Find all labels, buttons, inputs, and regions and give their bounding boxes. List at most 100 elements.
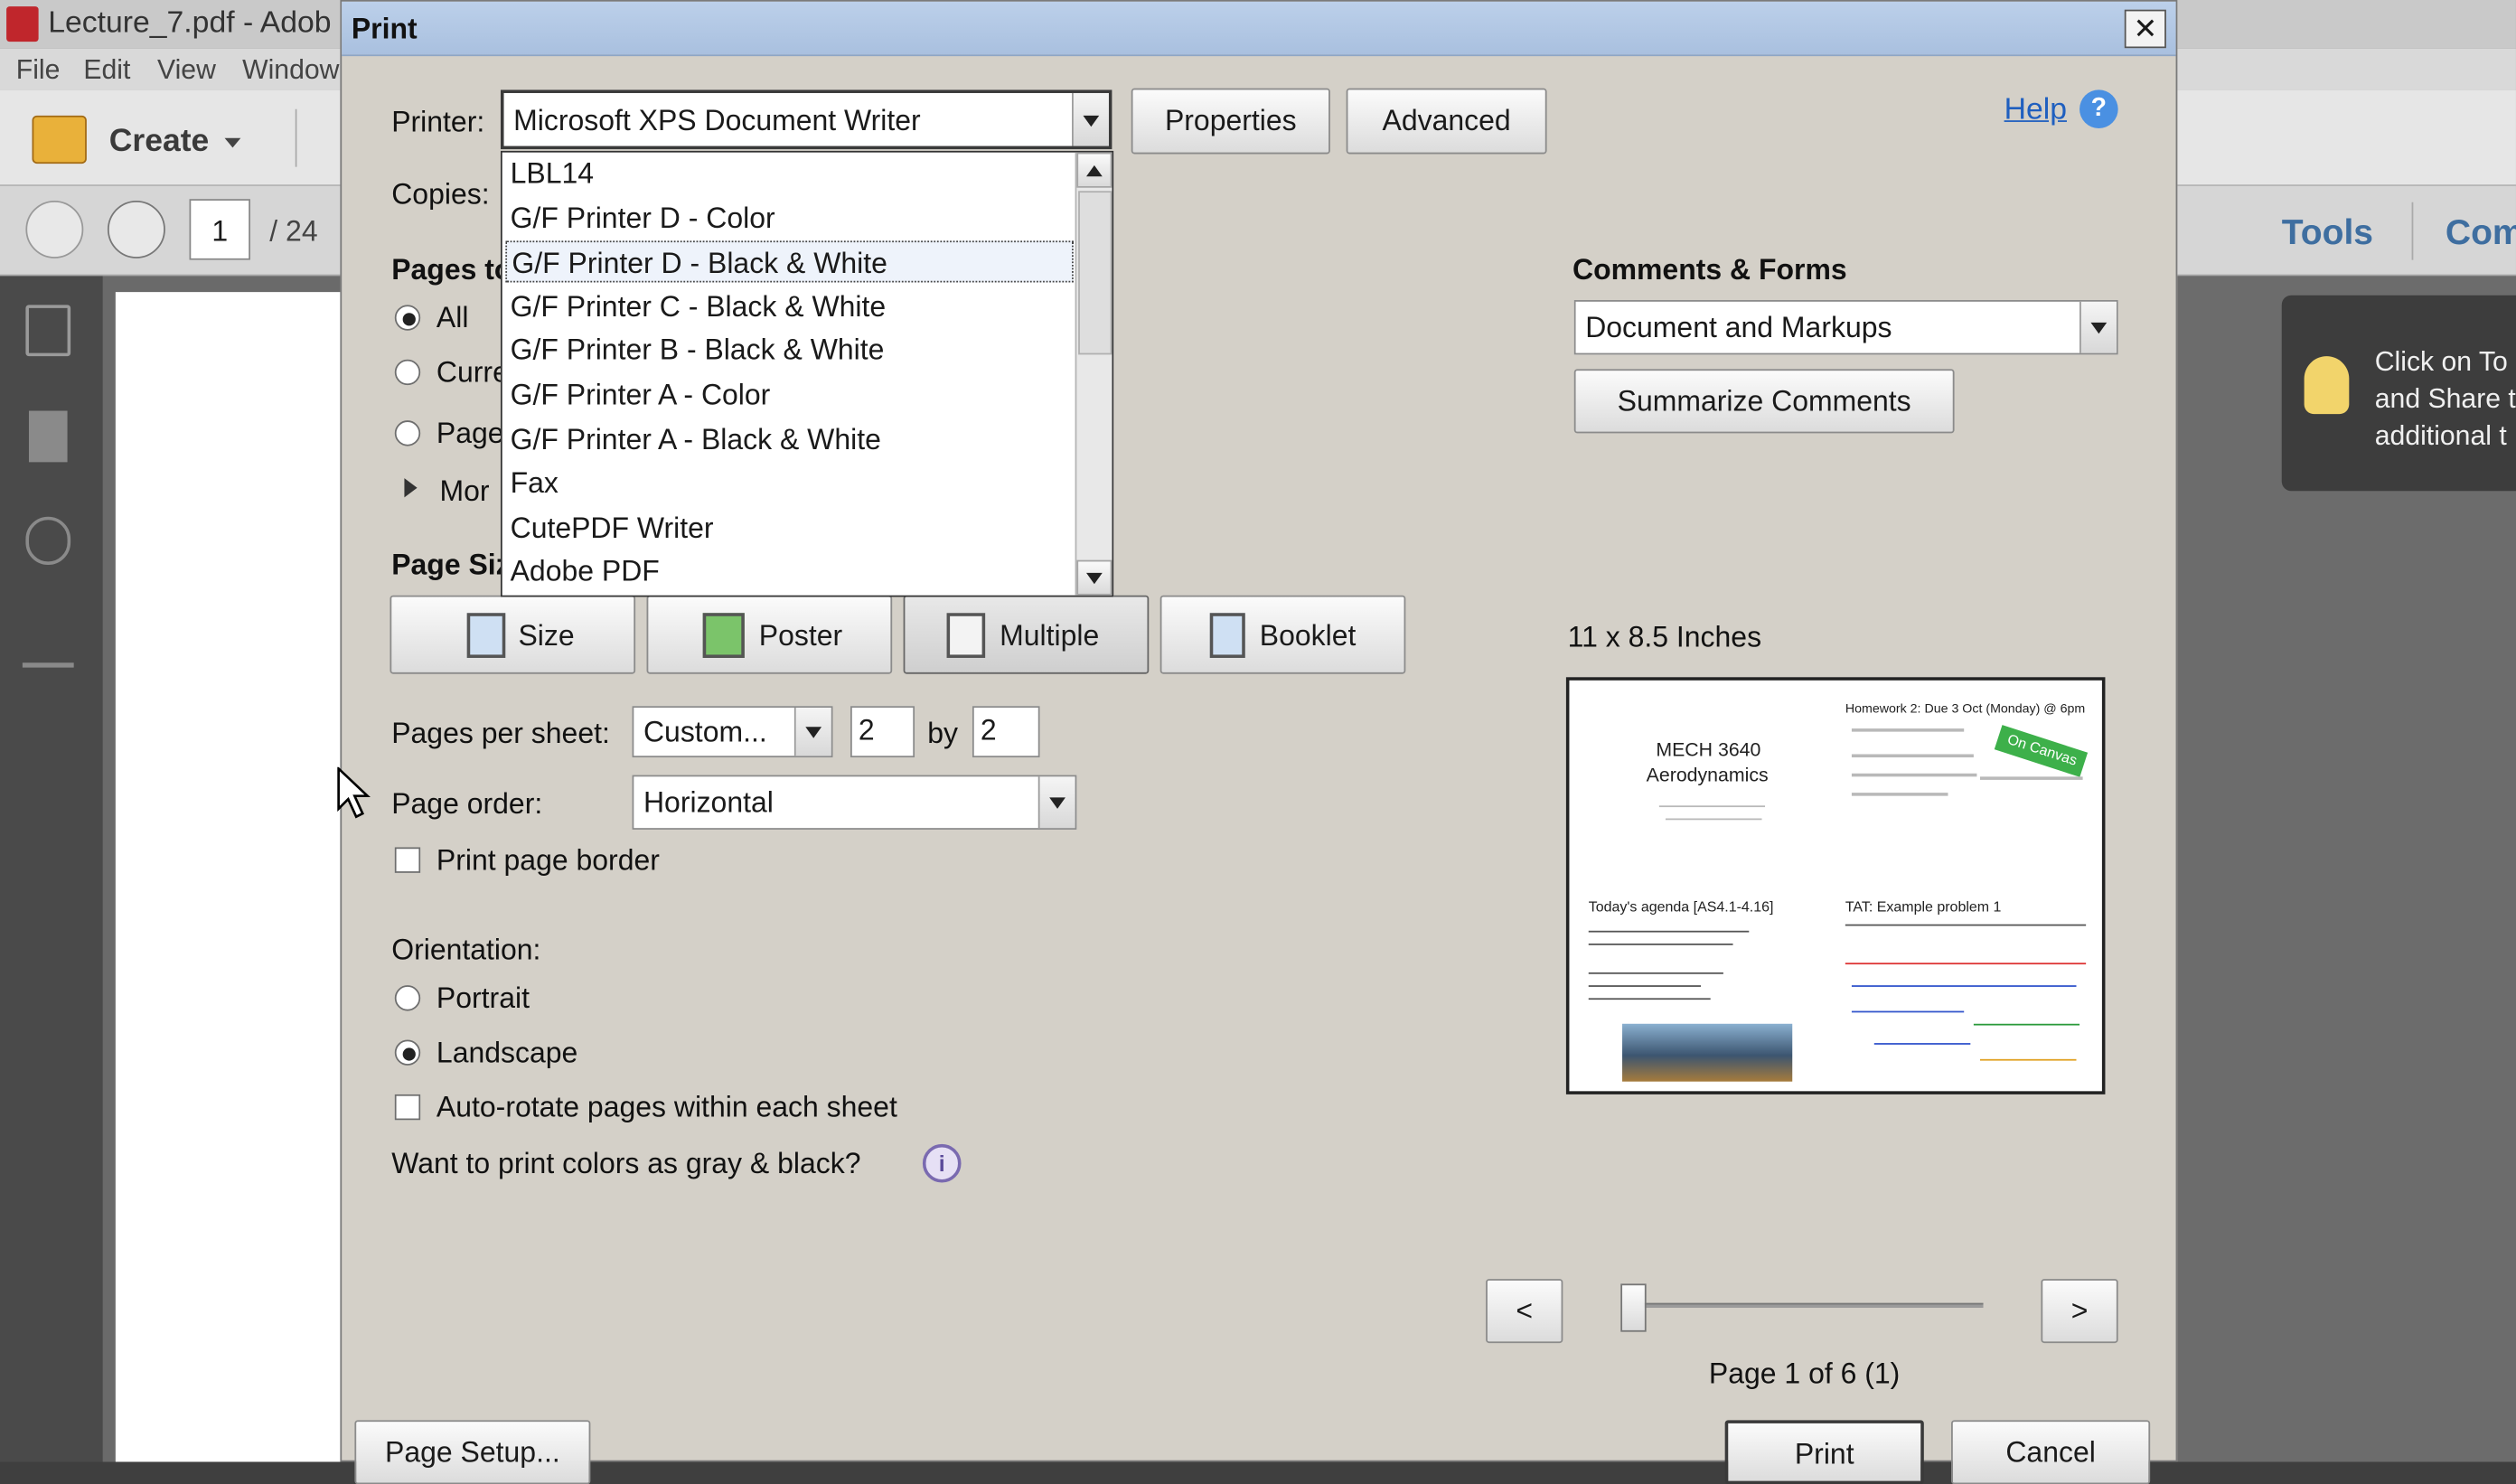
autorotate-checkbox[interactable] xyxy=(394,1094,421,1121)
info-icon[interactable]: i xyxy=(922,1143,962,1183)
menu-file[interactable]: File xyxy=(16,54,61,87)
create-icon xyxy=(32,115,87,164)
booklet-button[interactable]: Booklet xyxy=(1159,595,1406,674)
portrait-label: Portrait xyxy=(436,982,530,1015)
size-button[interactable]: Size xyxy=(390,595,636,674)
booklet-icon xyxy=(1209,613,1245,658)
page-order-select[interactable]: Horizontal xyxy=(632,775,1077,830)
multiple-icon xyxy=(946,613,986,658)
help-icon[interactable]: ? xyxy=(2079,89,2118,129)
print-preview: MECH 3640 Aerodynamics Homework 2: Due 3… xyxy=(1565,677,2106,1094)
printer-label: Printer: xyxy=(391,106,485,138)
page-slider-track[interactable] xyxy=(1637,1302,1984,1309)
menu-view[interactable]: View xyxy=(157,54,216,87)
comments-forms-select[interactable]: Document and Markups xyxy=(1573,300,2118,355)
printer-option[interactable]: LBL14 xyxy=(505,153,1074,194)
more-options-label[interactable]: Mor xyxy=(439,475,489,509)
poster-button-label: Poster xyxy=(758,619,843,652)
comment-tab[interactable]: Com xyxy=(2446,211,2516,253)
printer-option[interactable]: G/F Printer A - Black & White xyxy=(505,418,1074,460)
pages-per-sheet-select[interactable]: Custom... xyxy=(632,706,833,758)
pages-range-radio[interactable] xyxy=(394,420,421,446)
comments-forms-value: Document and Markups xyxy=(1585,311,1892,343)
next-page-button[interactable]: > xyxy=(2041,1279,2118,1344)
printer-option[interactable]: Adobe PDF xyxy=(505,551,1074,593)
print-border-label: Print page border xyxy=(436,843,660,877)
pages-current-radio[interactable] xyxy=(394,359,421,386)
printer-dropdown-list: LBL14 G/F Printer D - Color G/F Printer D … xyxy=(500,150,1114,597)
tools-tab[interactable]: Tools xyxy=(2282,211,2373,253)
dropdown-scrollbar[interactable] xyxy=(1075,152,1112,596)
page-total: / 24 xyxy=(269,214,318,248)
navigation-pane xyxy=(0,276,103,1462)
pages-per-sheet-y-input[interactable]: 2 xyxy=(972,706,1040,758)
preview-slide4-title: TAT: Example problem 1 xyxy=(1845,898,2002,916)
chevron-down-icon xyxy=(793,707,831,756)
printer-option[interactable]: G/F Printer A - Color xyxy=(505,374,1074,416)
poster-button[interactable]: Poster xyxy=(646,595,893,674)
pages-per-sheet-value: Custom... xyxy=(643,715,767,748)
printer-select-value: Microsoft XPS Document Writer xyxy=(513,104,921,136)
chevron-down-icon xyxy=(224,137,241,148)
expand-icon[interactable] xyxy=(404,478,418,498)
scroll-down-icon[interactable] xyxy=(1076,559,1112,596)
autorotate-label: Auto-rotate pages within each sheet xyxy=(436,1091,897,1123)
menu-window[interactable]: Window xyxy=(242,54,339,87)
chevron-down-icon xyxy=(2079,301,2117,353)
close-button[interactable]: ✕ xyxy=(2124,9,2166,49)
chevron-down-icon xyxy=(1037,776,1075,829)
multiple-button[interactable]: Multiple xyxy=(903,595,1150,674)
preview-slide3-title: Today's agenda [AS4.1-4.16] xyxy=(1588,898,1774,916)
printer-option[interactable]: G/F Printer D - Color xyxy=(505,197,1074,239)
printer-option[interactable]: G/F Printer D - Black & White xyxy=(505,240,1074,283)
page-setup-button[interactable]: Page Setup... xyxy=(354,1420,591,1484)
comments-forms-heading: Comments & Forms xyxy=(1572,253,1847,286)
preview-slide1-sub: Aerodynamics xyxy=(1646,764,1769,786)
printer-option[interactable]: CutePDF Writer xyxy=(505,507,1074,549)
summarize-comments-button[interactable]: Summarize Comments xyxy=(1573,369,1955,434)
printer-option[interactable]: Fax xyxy=(505,463,1074,504)
portrait-radio[interactable] xyxy=(394,985,421,1011)
page-number-input[interactable]: 1 xyxy=(189,199,250,260)
print-button[interactable]: Print xyxy=(1724,1420,1924,1484)
preview-image xyxy=(1622,1023,1793,1082)
pages-icon[interactable] xyxy=(25,305,71,357)
gray-print-label: Want to print colors as gray & black? xyxy=(391,1147,861,1179)
app-title: Lecture_7.pdf - Adob xyxy=(48,6,332,41)
preview-badge: On Canvas xyxy=(1994,725,2089,777)
landscape-label: Landscape xyxy=(436,1036,578,1069)
printer-select[interactable]: Microsoft XPS Document Writer xyxy=(500,89,1112,150)
page-indicator: Page 1 of 6 (1) xyxy=(1708,1357,1901,1390)
scroll-up-icon[interactable] xyxy=(1076,152,1112,188)
tooltip: Click on To and Share t additional t xyxy=(2281,295,2516,492)
preview-slide1-title: MECH 3640 xyxy=(1656,737,1761,761)
prev-page-button[interactable]: < xyxy=(1486,1279,1563,1344)
booklet-button-label: Booklet xyxy=(1259,619,1357,652)
cancel-button[interactable]: Cancel xyxy=(1951,1420,2151,1484)
menu-edit[interactable]: Edit xyxy=(83,54,130,87)
signature-icon[interactable] xyxy=(22,629,74,668)
advanced-button[interactable]: Advanced xyxy=(1346,88,1547,155)
lightbulb-icon xyxy=(2304,356,2350,415)
page-slider-thumb[interactable] xyxy=(1620,1283,1647,1332)
pages-all-radio[interactable] xyxy=(394,305,421,331)
pages-range-label: Page xyxy=(436,417,504,450)
tooltip-line-1: Click on To xyxy=(2374,346,2508,378)
scrollbar-thumb[interactable] xyxy=(1078,191,1112,355)
landscape-radio[interactable] xyxy=(394,1039,421,1066)
create-button[interactable]: Create xyxy=(109,124,210,161)
print-border-checkbox[interactable] xyxy=(394,847,421,873)
orientation-label: Orientation: xyxy=(391,934,541,966)
bookmark-icon[interactable] xyxy=(28,410,68,463)
pages-per-sheet-x-input[interactable]: 2 xyxy=(850,706,915,758)
properties-button[interactable]: Properties xyxy=(1131,88,1330,155)
page-order-value: Horizontal xyxy=(643,785,774,819)
attachment-icon[interactable] xyxy=(25,516,71,565)
prev-page-icon[interactable] xyxy=(25,200,84,258)
help-link[interactable]: Help xyxy=(2004,93,2067,128)
printer-option[interactable]: G/F Printer B - Black & White xyxy=(505,330,1074,371)
next-page-icon[interactable] xyxy=(107,200,165,258)
tooltip-line-2: and Share t xyxy=(2374,383,2516,415)
toolbar-divider xyxy=(2411,202,2414,260)
printer-option[interactable]: G/F Printer C - Black & White xyxy=(505,286,1074,327)
